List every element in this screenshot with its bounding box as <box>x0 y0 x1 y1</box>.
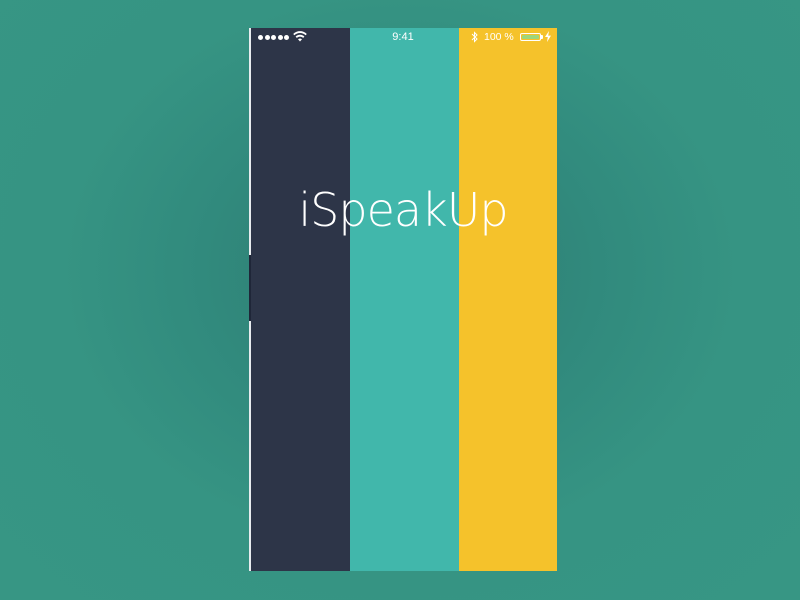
yellow-stripe <box>459 28 557 571</box>
battery-percent: 100 % <box>484 31 514 43</box>
app-title: iSpeakUp <box>298 183 508 237</box>
battery-tip <box>541 35 543 39</box>
charging-bolt-icon <box>545 31 551 42</box>
phone-screen: 9:41 100 % iSpeakUp <box>249 28 557 571</box>
battery-icon <box>520 33 541 41</box>
screen-edge-notch <box>249 255 251 321</box>
navy-stripe <box>249 28 350 571</box>
teal-stripe <box>350 28 459 571</box>
bluetooth-icon <box>471 31 478 43</box>
status-bar: 9:41 100 % <box>249 28 557 46</box>
battery-fill <box>522 35 539 39</box>
